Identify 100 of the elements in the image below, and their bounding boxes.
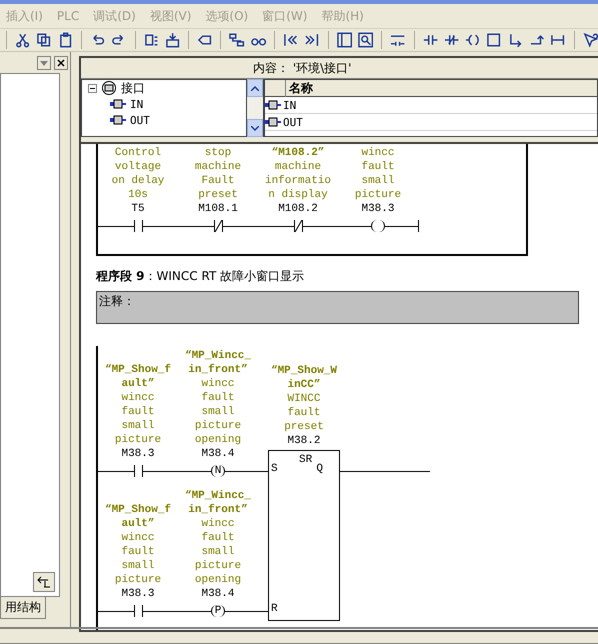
- symbol-comment: picture: [114, 433, 162, 447]
- symbol-name: inCC”: [287, 378, 320, 392]
- menu-item[interactable]: 帮助(H): [321, 8, 364, 24]
- operand-address: M38.2: [287, 434, 320, 448]
- previous-network-icon[interactable]: [283, 32, 298, 48]
- parameter-icon: [265, 117, 283, 127]
- symbol-comment: voltage: [114, 160, 162, 174]
- output-pin-label: Q: [316, 463, 323, 475]
- menu-item[interactable]: 调试(D): [93, 8, 136, 24]
- symbol-comment: Control: [114, 146, 162, 160]
- collapse-icon[interactable]: [88, 84, 97, 92]
- symbol-name: in_front”: [188, 363, 248, 377]
- copy-icon[interactable]: [36, 32, 52, 48]
- symbol-comment: small: [201, 545, 234, 559]
- scroll-down-button[interactable]: [247, 119, 263, 137]
- symbol-comment: on delay: [112, 174, 164, 188]
- network-icon[interactable]: [229, 32, 245, 48]
- symbol-comment: n display: [268, 188, 328, 202]
- symbol-name: ault”: [121, 517, 154, 531]
- symbol-comment: 10s: [128, 188, 148, 202]
- input-pin-label: S: [271, 463, 278, 475]
- menu-item[interactable]: PLC: [56, 9, 80, 23]
- scroll-up-button[interactable]: [247, 79, 263, 97]
- operand-address: M38.3: [121, 447, 154, 461]
- paste-icon[interactable]: [58, 32, 73, 48]
- flip-flop-block: SR S R Q: [268, 450, 340, 621]
- operand-address: M38.4: [201, 587, 234, 601]
- cut-icon[interactable]: [14, 32, 30, 48]
- tab[interactable]: 用结构: [0, 597, 46, 619]
- menu-item[interactable]: 选项(O): [205, 8, 248, 24]
- symbol-comment: picture: [114, 573, 162, 587]
- symbol-comment: fault: [361, 160, 394, 174]
- symbol-comment: small: [361, 174, 394, 188]
- content-label: 内容： '环境\接口': [253, 60, 352, 76]
- negated-contact-icon[interactable]: [444, 32, 460, 48]
- tree-item[interactable]: 接口: [121, 80, 145, 96]
- tree-item[interactable]: IN: [130, 98, 144, 110]
- panel-icon[interactable]: [336, 32, 352, 48]
- symbol-comment: informatio: [264, 174, 331, 188]
- symbol-name: “MP_Show_W: [270, 364, 337, 378]
- symbol-comment: fault: [201, 391, 234, 405]
- symbol-comment: machine: [194, 160, 242, 174]
- comment-field[interactable]: 注释：: [96, 291, 579, 324]
- coil-icon[interactable]: [465, 32, 480, 48]
- symbol-name: ault”: [121, 377, 154, 391]
- operand-address: M38.3: [121, 587, 154, 601]
- table-cell: IN: [283, 98, 296, 112]
- symbol-comment: stop: [204, 146, 232, 160]
- edge-coil: P: [210, 605, 226, 617]
- symbol-name: in_front”: [188, 503, 248, 517]
- next-network-icon[interactable]: [304, 32, 320, 48]
- symbol-comment: opening: [194, 433, 242, 447]
- symbol-comment: fault: [201, 531, 234, 545]
- symbol-comment: small: [201, 405, 234, 419]
- symbol-comment: fault: [121, 545, 154, 559]
- operand-address: M38.4: [201, 447, 234, 461]
- symbol-comment: wincc: [121, 531, 154, 545]
- close-button[interactable]: [54, 56, 68, 70]
- parameter-icon: [110, 99, 126, 109]
- symbol-comment: fault: [287, 406, 320, 420]
- column-header: 名称: [285, 80, 313, 96]
- symbol-name: “MP_Show_f: [104, 503, 171, 517]
- parameter-icon: [265, 100, 283, 110]
- compile-icon[interactable]: [144, 32, 159, 48]
- menu-item[interactable]: 视图(V): [150, 8, 192, 24]
- symbol-comment: preset: [284, 420, 324, 434]
- symbol-comment: small: [121, 419, 154, 433]
- edge-coil: N: [210, 465, 226, 477]
- menu-item[interactable]: 窗口(W): [262, 8, 308, 24]
- symbol-comment: WINCC: [287, 392, 320, 406]
- caret-icon: [40, 60, 48, 66]
- menu-item[interactable]: 插入(I): [6, 8, 43, 24]
- zoom-icon[interactable]: [358, 32, 374, 48]
- symbol-comment: wincc: [201, 517, 234, 531]
- symbol-comment: machine: [274, 160, 322, 174]
- box-icon[interactable]: [486, 32, 502, 48]
- symbol-name: “MP_Wincc_: [184, 489, 251, 503]
- interface-icon: [101, 81, 117, 95]
- symbol-comment: picture: [194, 559, 242, 573]
- symbol-comment: picture: [354, 188, 402, 202]
- symbol-comment: small: [121, 559, 154, 573]
- table-cell: OUT: [283, 116, 303, 128]
- tree-item[interactable]: OUT: [130, 114, 150, 126]
- chevron-down-icon: [251, 126, 259, 130]
- arrow-icon: [37, 576, 51, 588]
- connection-icon[interactable]: [550, 32, 566, 48]
- contact-icon[interactable]: [422, 32, 438, 48]
- back-button[interactable]: [33, 572, 55, 592]
- symbol-name: “M108.2”: [272, 146, 324, 160]
- close-icon: [57, 59, 65, 67]
- symbol-name: “MP_Wincc_: [184, 349, 251, 363]
- download-icon[interactable]: [164, 32, 180, 48]
- branch-open-icon[interactable]: [508, 32, 524, 48]
- operand-address: M108.2: [278, 202, 318, 216]
- operand-address: M38.3: [361, 202, 394, 216]
- help-icon[interactable]: [582, 32, 598, 48]
- symbol-comment: preset: [198, 188, 238, 202]
- chevron-up-icon: [251, 86, 259, 90]
- input-pin-label: R: [271, 603, 278, 615]
- operand-address: T5: [131, 202, 145, 216]
